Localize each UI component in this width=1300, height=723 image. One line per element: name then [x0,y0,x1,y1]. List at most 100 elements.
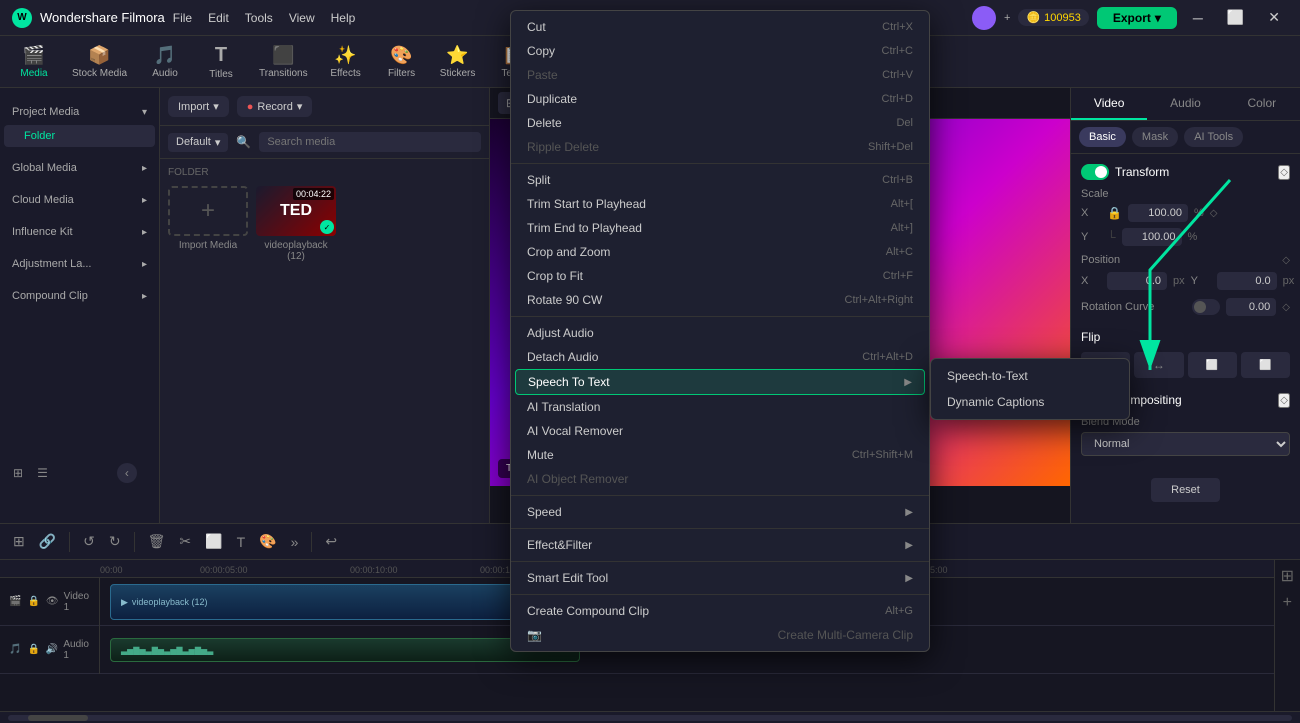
ctx-cut[interactable]: Cut Ctrl+X [511,15,929,39]
position-y-input[interactable] [1217,272,1277,290]
flip-paste-btn[interactable]: ⬜ [1241,352,1290,378]
scale-x-input[interactable] [1128,204,1188,222]
ctx-detach-audio[interactable]: Detach Audio Ctrl+Alt+D [511,345,929,369]
blend-mode-select[interactable]: Normal Multiply Screen Overlay Darken Li… [1081,432,1290,456]
menu-view[interactable]: View [289,11,315,25]
rotation-toggle[interactable] [1192,299,1220,315]
ctx-delete[interactable]: Delete Del [511,111,929,135]
scroll-thumb[interactable] [28,715,88,721]
menu-file[interactable]: File [173,11,192,25]
tool-titles[interactable]: T Titles [195,40,247,84]
project-media-header[interactable]: Project Media ▾ [0,100,159,124]
ctx-speed[interactable]: Speed ▶ [511,500,929,524]
transform-pin[interactable]: ◇ [1278,165,1290,180]
ctx-duplicate[interactable]: Duplicate Ctrl+D [511,87,929,111]
ctx-split[interactable]: Split Ctrl+B [511,168,929,192]
audio-track-icon[interactable]: 🎵 [8,643,22,656]
folder-item[interactable]: Folder [4,125,155,147]
menu-tools[interactable]: Tools [245,11,273,25]
rotation-input[interactable] [1226,298,1276,316]
ctx-mute[interactable]: Mute Ctrl+Shift+M [511,443,929,467]
default-button[interactable]: Default ▾ [168,133,228,152]
video-track-lock-icon[interactable]: 🔒 [26,595,40,608]
maximize-button[interactable]: ⬜ [1219,5,1252,30]
timeline-fit-btn[interactable]: ⊞ [1279,564,1296,588]
ctx-copy[interactable]: Copy Ctrl+C [511,39,929,63]
ctx-ai-vocal[interactable]: AI Vocal Remover [511,419,929,443]
ctx-crop-zoom[interactable]: Crop and Zoom Alt+C [511,240,929,264]
global-media-header[interactable]: Global Media ▸ [0,156,159,180]
import-button[interactable]: Import ▾ [168,96,229,117]
tl-more[interactable]: » [286,531,304,553]
close-button[interactable]: ✕ [1260,5,1288,30]
import-media-item[interactable]: + Import Media [168,186,248,262]
ctx-smart-edit[interactable]: Smart Edit Tool ▶ [511,566,929,590]
reset-button[interactable]: Reset [1151,478,1220,502]
tl-crop[interactable]: ⬜ [200,530,227,553]
tl-scene-btn[interactable]: ⊞ [8,530,30,553]
ctx-effect-filter[interactable]: Effect&Filter ▶ [511,533,929,557]
flip-copy-btn[interactable]: ⬜ [1188,352,1237,378]
transform-toggle[interactable] [1081,164,1109,180]
tool-effects[interactable]: ✨ Effects [320,41,372,83]
panel-collapse[interactable]: ‹ [117,463,137,483]
minimize-button[interactable]: ─ [1185,6,1211,30]
cloud-media-header[interactable]: Cloud Media ▸ [0,188,159,212]
ctx-trim-start[interactable]: Trim Start to Playhead Alt+[ [511,192,929,216]
compound-clip-header[interactable]: Compound Clip ▸ [0,284,159,308]
adjustment-header[interactable]: Adjustment La... ▸ [0,252,159,276]
panel-icon-1[interactable]: ⊞ [8,463,28,483]
scale-x-reset[interactable]: ◇ [1210,208,1218,219]
tl-ripple[interactable]: ↩ [320,530,342,553]
tab-color[interactable]: Color [1224,88,1300,120]
compositing-pin[interactable]: ◇ [1278,393,1290,408]
menu-edit[interactable]: Edit [208,11,229,25]
audio-track-lock-icon[interactable]: 🔒 [26,643,40,656]
record-button[interactable]: ● Record ▾ [237,96,313,117]
subtab-mask[interactable]: Mask [1132,127,1178,147]
tab-audio[interactable]: Audio [1147,88,1223,120]
ctx-ai-translation[interactable]: AI Translation [511,395,929,419]
video-track-cam-icon[interactable]: 🎬 [8,595,22,608]
tl-color[interactable]: 🎨 [254,530,281,553]
tl-cut[interactable]: ✂ [174,530,196,553]
ctx-speech-to-text[interactable]: Speech To Text ▶ [515,369,925,395]
ctx-rotate[interactable]: Rotate 90 CW Ctrl+Alt+Right [511,288,929,312]
flip-horizontal-btn[interactable]: ↔ [1134,352,1183,378]
ctx-trim-end[interactable]: Trim End to Playhead Alt+] [511,216,929,240]
position-x-input[interactable] [1107,272,1167,290]
rotation-reset[interactable]: ◇ [1282,302,1290,313]
video-media-item[interactable]: TED 00:04:22 ✓ videoplayback (12) [256,186,336,262]
tool-stock-media[interactable]: 📦 Stock Media [64,41,135,83]
tool-media[interactable]: 🎬 Media [8,41,60,83]
tl-delete[interactable]: 🗑 [143,530,171,553]
scale-y-input[interactable] [1122,228,1182,246]
ctx-compound-clip[interactable]: Create Compound Clip Alt+G [511,599,929,623]
tl-link-btn[interactable]: 🔗 [34,530,61,553]
subtab-basic[interactable]: Basic [1079,127,1126,147]
tool-stickers[interactable]: ⭐ Stickers [432,41,484,83]
tl-text[interactable]: T [232,531,251,553]
timeline-zoom-in[interactable]: + [1279,592,1296,614]
add-media-button[interactable]: + [168,186,248,236]
panel-icon-2[interactable]: ☰ [32,463,53,483]
export-button[interactable]: Export ▾ [1097,7,1177,29]
position-reset[interactable]: ◇ [1282,255,1290,266]
subtab-ai-tools[interactable]: AI Tools [1184,127,1243,147]
sub-dynamic-captions[interactable]: Dynamic Captions [931,389,1129,415]
search-input[interactable] [259,132,481,152]
video-track-eye-icon[interactable]: 👁 [45,595,60,608]
menu-help[interactable]: Help [331,11,356,25]
tl-redo[interactable]: ↻ [104,530,126,553]
ctx-crop-fit[interactable]: Crop to Fit Ctrl+F [511,264,929,288]
influence-kit-header[interactable]: Influence Kit ▸ [0,220,159,244]
scale-lock-icon[interactable]: 🔒 [1107,206,1122,220]
tab-video[interactable]: Video [1071,88,1147,120]
tool-transitions[interactable]: ⬛ Transitions [251,41,316,83]
sub-speech-to-text[interactable]: Speech-to-Text [931,363,1129,389]
ctx-adjust-audio[interactable]: Adjust Audio [511,321,929,345]
tl-undo[interactable]: ↺ [78,530,100,553]
tool-audio[interactable]: 🎵 Audio [139,41,191,83]
audio-track-eye-icon[interactable]: 🔊 [45,643,59,656]
tool-filters[interactable]: 🎨 Filters [376,41,428,83]
